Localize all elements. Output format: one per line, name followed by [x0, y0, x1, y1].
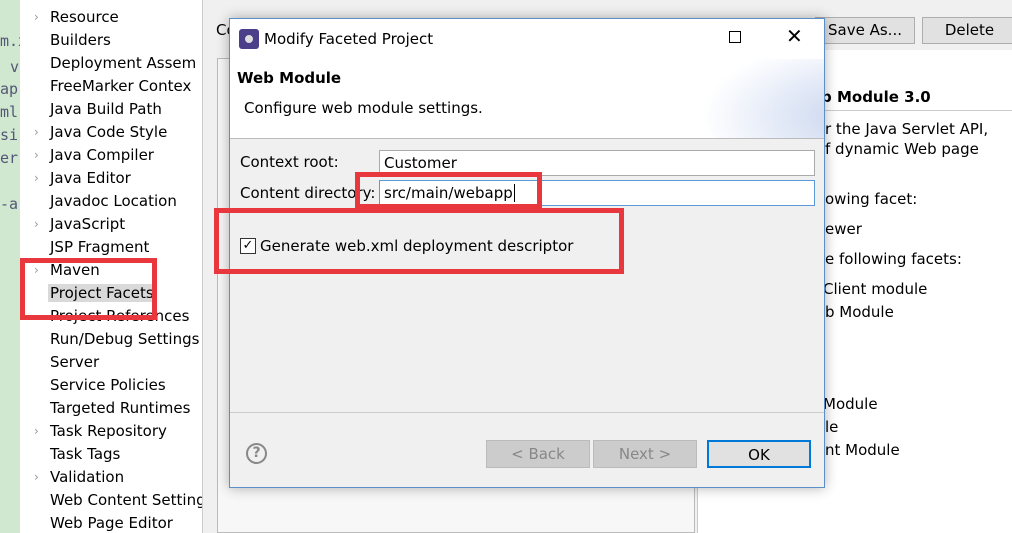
tree-item[interactable]: Javadoc Location [50, 190, 177, 213]
editor-text: v [10, 58, 20, 76]
tree-item[interactable]: › JavaScript [34, 213, 126, 236]
tree-item[interactable]: JSP Fragment [50, 236, 149, 259]
tree-item-label: Server [50, 353, 100, 371]
ok-button[interactable]: OK [707, 440, 811, 468]
tree-item[interactable]: › Resource [34, 6, 119, 29]
tree-item[interactable]: Web Page Editor [50, 512, 173, 533]
details-line: Module [823, 395, 878, 413]
wizard-header: Web Module Configure web module settings… [230, 59, 824, 139]
save-as-button[interactable]: Save As... [815, 17, 915, 44]
delete-button[interactable]: Delete [922, 17, 1012, 44]
details-line: nt Module [825, 441, 900, 459]
tree-item-label: Java Code Style [50, 123, 168, 141]
details-line: r the Java Servlet API, [825, 120, 989, 138]
title-bar: Modify Faceted Project ✕ [230, 19, 824, 59]
tree-item[interactable]: › Java Editor [34, 167, 131, 190]
tree-item-label: Run/Debug Settings [50, 330, 200, 348]
details-line: le [825, 418, 839, 436]
tree-item-label: Web Page Editor [50, 514, 173, 532]
tree-item-label: Service Policies [50, 376, 166, 394]
tree-item-label: Javadoc Location [50, 192, 177, 210]
tree-item[interactable]: Builders [50, 29, 111, 52]
editor-text: ap [0, 80, 19, 98]
tree-item-label: Task Tags [50, 445, 121, 463]
dialog-title: Modify Faceted Project [264, 30, 434, 48]
chevron-right-icon[interactable]: › [34, 420, 39, 443]
details-line: Client module [823, 280, 928, 298]
tree-item-label: Builders [50, 31, 111, 49]
tree-item-label: Web Content Settings [50, 491, 203, 509]
context-root-label: Context root: [240, 153, 339, 171]
tree-item-label: JSP Fragment [50, 238, 150, 256]
details-line: ewer [825, 220, 862, 238]
editor-strip: m.x v ap ml si er -a [0, 0, 20, 533]
button-bar-divider [230, 412, 824, 413]
details-line: owing facet: [825, 190, 918, 208]
tree-item[interactable]: Deployment Assem [50, 52, 196, 75]
next-button[interactable]: Next > [593, 440, 697, 468]
tree-item[interactable]: Server [50, 351, 99, 374]
tree-item[interactable]: Task Tags [50, 443, 120, 466]
editor-text: m.x [0, 32, 20, 50]
tree-item[interactable]: › Validation [34, 466, 125, 489]
editor-text: ml [0, 103, 19, 121]
details-line: e following facets: [825, 250, 962, 268]
tree-item[interactable]: Targeted Runtimes [50, 397, 190, 420]
details-line: b Module [825, 303, 894, 321]
highlight-box-generate-webxml [214, 208, 624, 274]
tree-item[interactable]: Web Content Settings [50, 489, 203, 512]
tree-item[interactable]: Service Policies [50, 374, 166, 397]
chevron-right-icon[interactable]: › [34, 121, 39, 144]
tree-item-label: FreeMarker Contex [50, 77, 192, 95]
tree-item[interactable]: Run/Debug Settings [50, 328, 199, 351]
chevron-right-icon[interactable]: › [34, 466, 39, 489]
tree-item[interactable]: › Java Code Style [34, 121, 168, 144]
chevron-right-icon[interactable]: › [34, 167, 39, 190]
tree-item[interactable]: › Java Compiler [34, 144, 154, 167]
tree-item-label: Java Compiler [50, 146, 154, 164]
tree-item-label: JavaScript [50, 215, 126, 233]
tree-item-label: Targeted Runtimes [50, 399, 191, 417]
tree-item[interactable]: Java Build Path [50, 98, 162, 121]
tree-item-label: Java Build Path [50, 100, 162, 118]
tree-item-label: Validation [50, 468, 125, 486]
header-description: Configure web module settings. [244, 99, 483, 117]
details-line: f dynamic Web page [825, 140, 979, 158]
editor-text: er [0, 149, 19, 167]
chevron-right-icon[interactable]: › [34, 144, 39, 167]
highlight-box-content-directory [355, 172, 542, 209]
tree-item[interactable]: › Task Repository [34, 420, 167, 443]
back-button[interactable]: < Back [486, 440, 590, 468]
chevron-right-icon[interactable]: › [34, 213, 39, 236]
header-banner [700, 59, 824, 138]
close-icon[interactable]: ✕ [786, 25, 803, 47]
help-icon[interactable]: ? [246, 443, 267, 464]
tree-item-label: Deployment Assem [50, 54, 197, 72]
highlight-box-project-facets [20, 258, 157, 320]
editor-text: -a [0, 195, 19, 213]
eclipse-icon [239, 29, 259, 49]
editor-text: si [0, 126, 19, 144]
details-title: b Module 3.0 [821, 88, 931, 106]
header-title: Web Module [237, 69, 342, 87]
tree-item[interactable]: FreeMarker Contex [50, 75, 191, 98]
tree-item-label: Resource [50, 8, 119, 26]
maximize-icon[interactable] [729, 31, 741, 43]
tree-item-label: Task Repository [50, 422, 167, 440]
chevron-right-icon[interactable]: › [34, 6, 39, 29]
tree-item-label: Java Editor [50, 169, 131, 187]
